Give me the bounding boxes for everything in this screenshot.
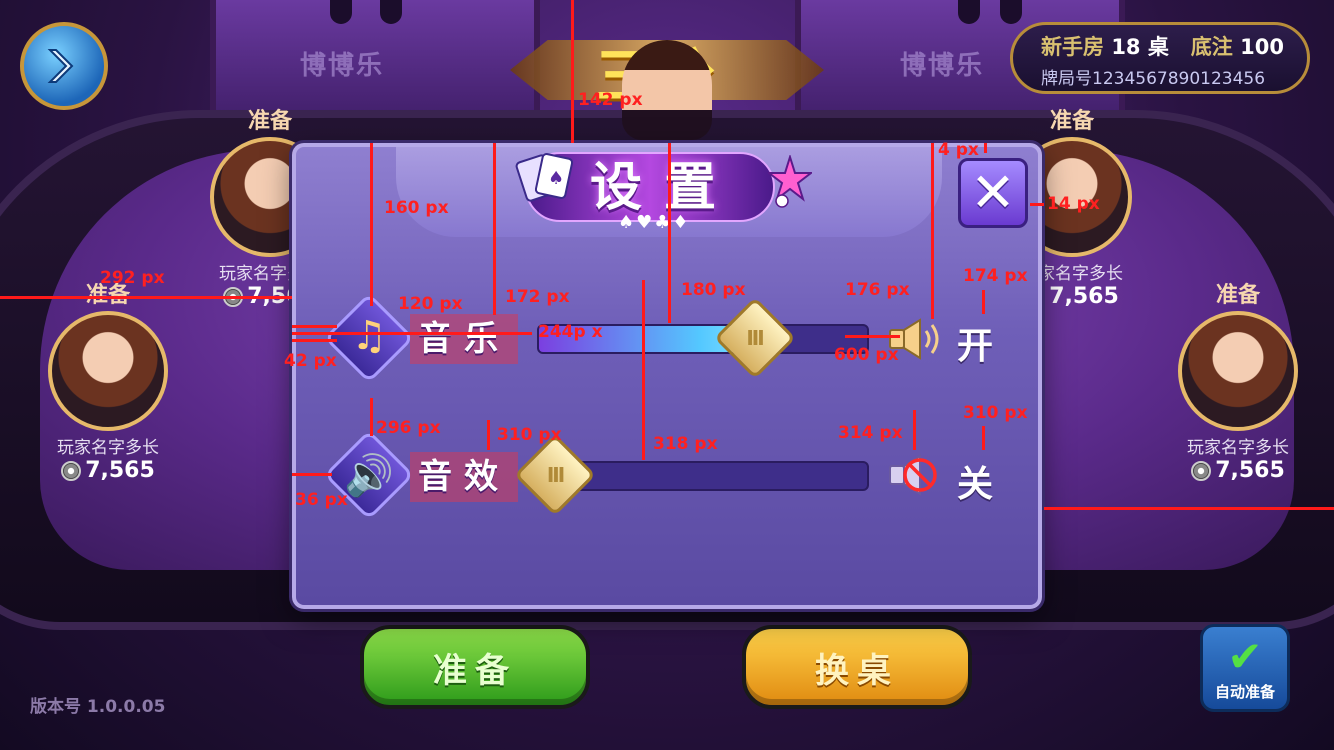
ready-status: 准备 xyxy=(247,109,292,134)
coin-icon xyxy=(1191,460,1212,481)
round-id-label: 牌局号 xyxy=(1041,69,1092,89)
annotation-label: 172 px xyxy=(505,287,570,307)
annotation-line xyxy=(571,0,574,143)
annotation-line xyxy=(845,335,900,338)
avatar xyxy=(1178,311,1298,431)
music-toggle-state[interactable]: 开 xyxy=(957,317,993,369)
annotation-label: 176 px xyxy=(845,280,910,300)
annotation-line xyxy=(487,420,490,450)
player-coins: 7,565 xyxy=(38,458,178,483)
change-table-button[interactable]: 换桌 xyxy=(742,625,972,709)
annotation-label: 42 px xyxy=(284,351,337,371)
annotation-label: 4 px xyxy=(938,140,979,160)
annotation-line xyxy=(370,398,373,436)
annotation-line xyxy=(931,143,934,319)
annotation-line xyxy=(1030,203,1044,206)
checkmark-icon: ✔ xyxy=(1227,632,1263,681)
ready-status: 准备 xyxy=(1215,283,1260,308)
annotation-line xyxy=(982,290,985,314)
slider-grip-icon: III xyxy=(546,463,565,487)
auto-ready-button[interactable]: ✔ 自动准备 xyxy=(1200,624,1290,712)
annotation-line xyxy=(984,143,987,153)
annotation-label: 160 px xyxy=(384,198,449,218)
svg-text:♠: ♠ xyxy=(548,168,564,189)
suits-decoration: ♠♥♣♦ xyxy=(618,212,691,233)
back-button[interactable] xyxy=(20,22,108,110)
brand-logo-right: 博博乐 xyxy=(900,51,985,81)
sfx-toggle-state[interactable]: 关 xyxy=(957,455,993,507)
close-button[interactable]: ✕ xyxy=(958,158,1028,228)
music-note-icon: ♫ xyxy=(351,313,387,359)
annotation-label: 314 px xyxy=(838,423,903,443)
coin-amount: 7,565 xyxy=(85,458,155,483)
annotation-label: 120 px xyxy=(398,294,463,314)
auto-ready-label: 自动准备 xyxy=(1214,683,1275,701)
annotation-line xyxy=(668,143,671,323)
coin-amount: 7,565 xyxy=(1049,284,1119,309)
ceiling-lamp xyxy=(380,0,402,24)
player-seat-left[interactable]: 准备 玩家名字多长 7,565 xyxy=(38,277,178,483)
annotation-label: 142 px xyxy=(578,90,643,110)
ceiling-lamp xyxy=(958,0,980,24)
annotation-line xyxy=(913,410,916,450)
annotation-label: 244p x xyxy=(538,322,603,342)
annotation-label: 180 px xyxy=(681,280,746,300)
brand-logo-left: 博博乐 xyxy=(300,51,385,81)
speaker-muted-icon[interactable] xyxy=(888,453,944,497)
annotation-line xyxy=(493,143,496,315)
annotation-line xyxy=(292,332,532,335)
annotation-line xyxy=(0,296,292,299)
annotation-line xyxy=(642,280,645,460)
ready-button[interactable]: 准备 xyxy=(360,625,590,709)
room-info-panel: 新手房 18 桌 底注 100 牌局号1234567890123456 xyxy=(1010,22,1310,94)
annotation-label: 292 px xyxy=(100,268,165,288)
base-bet-label: 底注 xyxy=(1190,35,1233,59)
player-coins: 7,565 xyxy=(1168,458,1308,483)
annotation-label: 36 px xyxy=(295,490,348,510)
annotation-line xyxy=(1044,507,1334,510)
annotation-label: 310 px xyxy=(963,403,1028,423)
room-type: 新手房 xyxy=(1041,35,1104,59)
slider-grip-icon: III xyxy=(746,326,764,350)
close-icon: ✕ xyxy=(970,161,1016,224)
dialog-title: 设置 xyxy=(590,158,739,218)
version-label: 版本号 1.0.0.05 xyxy=(30,697,166,717)
round-id-line: 牌局号1234567890123456 xyxy=(1041,64,1289,89)
player-seat-right[interactable]: 准备 玩家名字多长 7,565 xyxy=(1168,277,1308,483)
chevron-right-icon xyxy=(47,49,74,83)
playing-cards-icon: ♠ xyxy=(515,153,574,202)
annotation-line xyxy=(370,143,373,306)
ceiling-lamp xyxy=(1000,0,1022,24)
ready-status: 准备 xyxy=(1049,109,1094,134)
annotation-line xyxy=(292,339,337,342)
star-icon xyxy=(768,155,812,208)
round-id-value: 1234567890123456 xyxy=(1092,69,1266,89)
annotation-label: 310 px xyxy=(497,425,562,445)
music-label: 音乐 xyxy=(410,314,518,364)
annotation-label: 318 px xyxy=(653,434,718,454)
annotation-line xyxy=(292,473,332,476)
avatar xyxy=(48,311,168,431)
annotation-label: 174 px xyxy=(963,266,1028,286)
player-name: 玩家名字多长 xyxy=(1187,438,1289,458)
annotation-line xyxy=(292,325,337,328)
annotation-label: 296 px xyxy=(376,418,441,438)
annotation-label: 14 px xyxy=(1047,194,1100,214)
ceiling-lamp xyxy=(330,0,352,24)
annotation-line xyxy=(982,426,985,450)
table-number: 18 桌 xyxy=(1111,35,1169,59)
room-info-line: 新手房 18 桌 底注 100 xyxy=(1041,31,1289,61)
base-bet-value: 100 xyxy=(1240,35,1284,59)
coin-icon xyxy=(61,460,82,481)
annotation-label: 600 px xyxy=(834,345,899,365)
coin-amount: 7,565 xyxy=(1215,458,1285,483)
sfx-label: 音效 xyxy=(410,452,518,502)
player-name: 玩家名字多长 xyxy=(57,438,159,458)
